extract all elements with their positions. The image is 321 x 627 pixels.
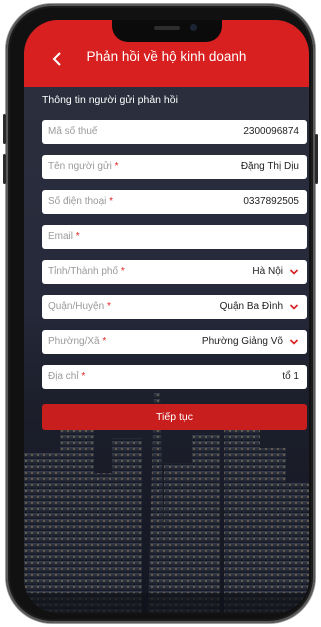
notch xyxy=(112,20,222,42)
sender-name-label: Tên người gửi * xyxy=(48,161,119,172)
tax-code-value: 2300096874 xyxy=(243,126,299,137)
phone-field[interactable]: Số điện thoại * 0337892505 xyxy=(42,190,307,214)
email-field[interactable]: Email * xyxy=(42,225,307,249)
ward-select[interactable]: Phường/Xã * Phường Giảng Võ xyxy=(42,330,307,354)
ward-value: Phường Giảng Võ xyxy=(201,336,283,347)
district-value: Quận Ba Đình xyxy=(219,301,283,312)
chevron-down-icon xyxy=(289,304,299,310)
province-label: Tỉnh/Thành phố * xyxy=(48,266,125,277)
page-title: Phản hồi về hộ kinh doanh xyxy=(86,49,247,64)
phone-value: 0337892505 xyxy=(243,196,299,207)
address-value: tổ 1 xyxy=(282,371,299,382)
phone-frame: Phản hồi về hộ kinh doanh Thông tin ngườ… xyxy=(3,4,318,623)
front-camera xyxy=(190,24,197,31)
tax-code-field[interactable]: Mã số thuế 2300096874 xyxy=(42,120,307,144)
phone-label: Số điện thoại * xyxy=(48,196,114,207)
tax-code-label: Mã số thuế xyxy=(48,126,98,137)
speaker xyxy=(154,26,180,30)
chevron-down-icon xyxy=(289,269,299,275)
address-field[interactable]: Địa chỉ * tổ 1 xyxy=(42,365,307,389)
address-label: Địa chỉ * xyxy=(48,371,86,382)
district-label: Quận/Huyện * xyxy=(48,301,111,312)
province-value: Hà Nội xyxy=(252,266,283,277)
email-label: Email * xyxy=(48,231,80,242)
district-select[interactable]: Quận/Huyện * Quận Ba Đình xyxy=(42,295,307,319)
power-button xyxy=(315,134,318,184)
province-select[interactable]: Tỉnh/Thành phố * Hà Nội xyxy=(42,260,307,284)
sender-name-value: Đặng Thị Dịu xyxy=(240,161,299,172)
volume-up-button xyxy=(3,114,6,144)
phone-screen: Phản hồi về hộ kinh doanh Thông tin ngườ… xyxy=(24,20,309,613)
volume-down-button xyxy=(3,154,6,184)
section-label: Thông tin người gửi phản hồi xyxy=(42,94,178,106)
chevron-down-icon xyxy=(289,339,299,345)
ward-label: Phường/Xã * xyxy=(48,336,107,347)
continue-button[interactable]: Tiếp tục xyxy=(42,404,307,430)
sender-name-field[interactable]: Tên người gửi * Đặng Thị Dịu xyxy=(42,155,307,179)
